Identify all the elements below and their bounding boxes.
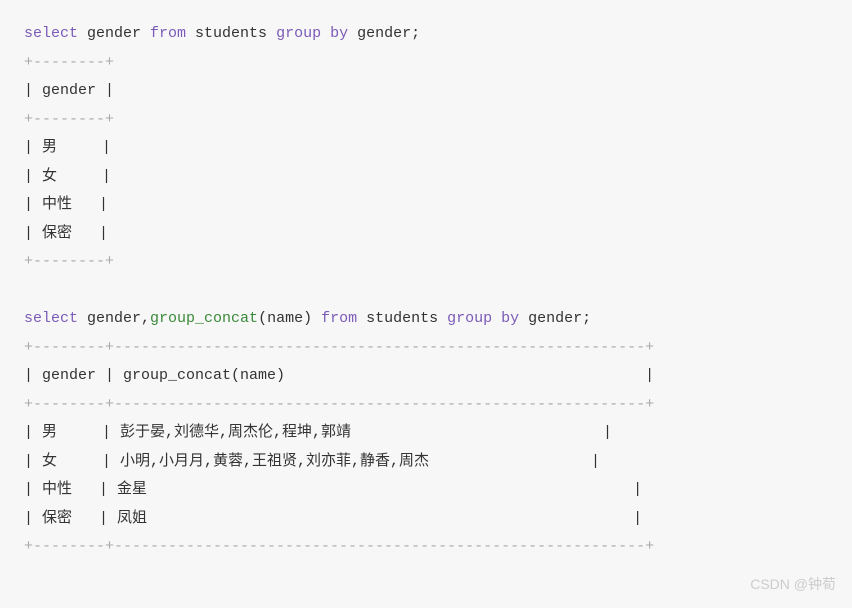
watermark: CSDN @钟荀 — [750, 571, 836, 598]
result2-header: | gender | group_concat(name) | — [24, 362, 828, 391]
result2-row4: | 保密 | 凤姐 | — [24, 505, 828, 534]
result1-sep-top: +--------+ — [24, 49, 828, 78]
query2-line: select gender,group_concat(name) from st… — [24, 305, 828, 334]
query1-line: select gender from students group by gen… — [24, 20, 828, 49]
keyword-group: group — [276, 25, 321, 42]
result1-row3: | 中性 | — [24, 191, 828, 220]
result2-row1: | 男 | 彭于晏,刘德华,周杰伦,程坤,郭靖 | — [24, 419, 828, 448]
col-gender: gender — [78, 25, 150, 42]
keyword-by: by — [492, 310, 519, 327]
keyword-select: select — [24, 310, 78, 327]
result2-row2: | 女 | 小明,小月月,黄蓉,王祖贤,刘亦菲,静香,周杰 | — [24, 448, 828, 477]
blank-line — [24, 277, 828, 306]
result2-sep-bottom: +--------+------------------------------… — [24, 533, 828, 562]
fn-args: (name) — [258, 310, 321, 327]
result1-sep-bottom: +--------+ — [24, 248, 828, 277]
result1-row2: | 女 | — [24, 163, 828, 192]
result1-header: | gender | — [24, 77, 828, 106]
fn-group-concat: group_concat — [150, 310, 258, 327]
col-gender: gender, — [78, 310, 150, 327]
keyword-group: group — [447, 310, 492, 327]
result2-sep-mid: +--------+------------------------------… — [24, 391, 828, 420]
result2-sep-top: +--------+------------------------------… — [24, 334, 828, 363]
table-students: students — [186, 25, 276, 42]
result2-row3: | 中性 | 金星 | — [24, 476, 828, 505]
keyword-from: from — [150, 25, 186, 42]
keyword-from: from — [321, 310, 357, 327]
col-gender-end: gender; — [348, 25, 420, 42]
result1-sep-mid: +--------+ — [24, 106, 828, 135]
table-students: students — [357, 310, 447, 327]
result1-row4: | 保密 | — [24, 220, 828, 249]
result1-row1: | 男 | — [24, 134, 828, 163]
col-gender-end: gender; — [519, 310, 591, 327]
keyword-by: by — [321, 25, 348, 42]
keyword-select: select — [24, 25, 78, 42]
